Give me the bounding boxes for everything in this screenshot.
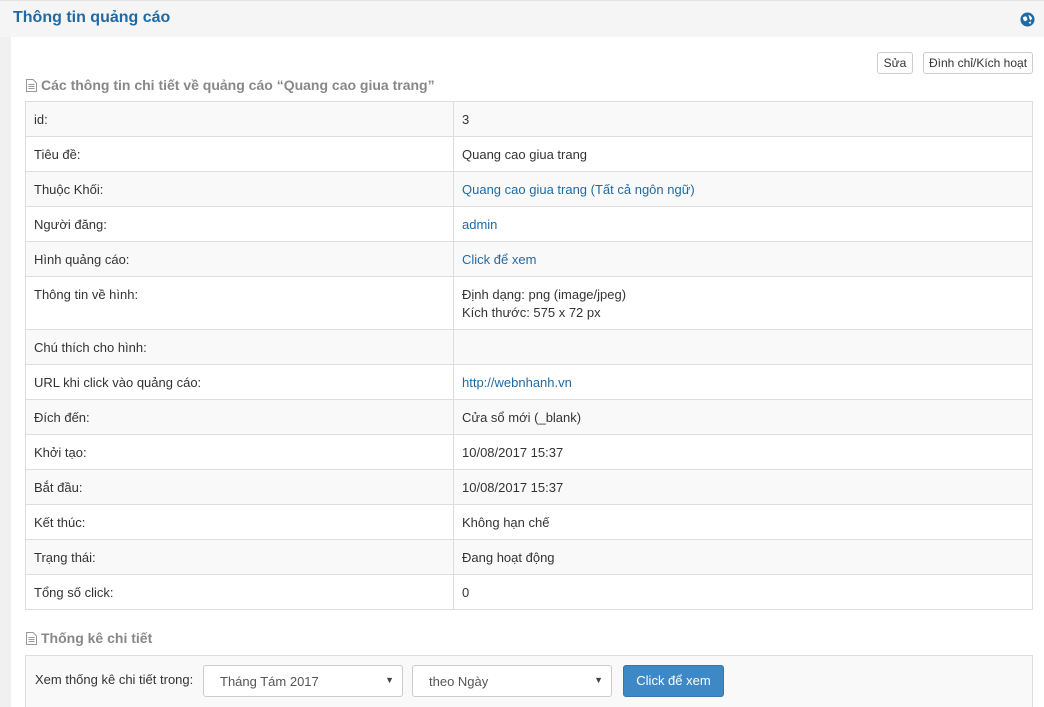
row-label: Tiêu đề:	[25, 136, 454, 172]
chevron-down-icon: ▼	[385, 675, 394, 685]
row-label: Hình quảng cáo:	[25, 241, 454, 277]
stats-filter-bar: Xem thống kê chi tiết trong: Tháng Tám 2…	[25, 655, 1033, 707]
row-value: 10/08/2017 15:37	[453, 434, 1033, 470]
table-row: Tổng số click: 0	[25, 574, 1033, 610]
author-link[interactable]: admin	[462, 217, 497, 232]
row-value: admin	[453, 206, 1033, 242]
view-stats-button[interactable]: Click để xem	[623, 665, 724, 697]
month-select[interactable]: Tháng Tám 2017 ▼	[203, 665, 403, 697]
table-row: Bắt đầu: 10/08/2017 15:37	[25, 469, 1033, 505]
table-row: Hình quảng cáo: Click để xem	[25, 241, 1033, 277]
stats-section-title: Thống kê chi tiết	[26, 630, 152, 646]
month-select-value: Tháng Tám 2017	[220, 674, 319, 689]
row-value: Quang cao giua trang (Tất cả ngôn ngữ)	[453, 171, 1033, 207]
edit-button[interactable]: Sửa	[877, 52, 913, 74]
row-value: Quang cao giua trang	[453, 136, 1033, 172]
image-format: Định dạng: png (image/jpeg)	[462, 287, 627, 302]
left-sidebar-strip	[0, 0, 11, 707]
row-value	[453, 329, 1033, 365]
row-label: Trạng thái:	[25, 539, 454, 575]
stats-section-label: Thống kê chi tiết	[41, 630, 153, 646]
row-value: Click để xem	[453, 241, 1033, 277]
globe-icon[interactable]	[1020, 12, 1035, 27]
document-icon	[26, 79, 37, 92]
row-label: URL khi click vào quảng cáo:	[25, 364, 454, 400]
row-value: http://webnhanh.vn	[453, 364, 1033, 400]
stats-filter-label: Xem thống kê chi tiết trong:	[35, 672, 194, 687]
row-label: Thuộc Khối:	[25, 171, 454, 207]
table-row: Người đăng: admin	[25, 206, 1033, 242]
details-section-label: Các thông tin chi tiết về quảng cáo “Qua…	[41, 77, 435, 93]
row-value: Cửa sổ mới (_blank)	[453, 399, 1033, 435]
details-section-title: Các thông tin chi tiết về quảng cáo “Qua…	[26, 77, 435, 93]
row-label: Bắt đầu:	[25, 469, 454, 505]
row-label: Khởi tạo:	[25, 434, 454, 470]
page-title: Thông tin quảng cáo	[13, 9, 171, 26]
table-row: Khởi tạo: 10/08/2017 15:37	[25, 434, 1033, 470]
row-label: Tổng số click:	[25, 574, 454, 610]
row-value: Không hạn chế	[453, 504, 1033, 540]
table-row: URL khi click vào quảng cáo: http://webn…	[25, 364, 1033, 400]
group-by-select-value: theo Ngày	[429, 674, 489, 689]
target-url-link[interactable]: http://webnhanh.vn	[462, 375, 572, 390]
table-row: Đích đến: Cửa sổ mới (_blank)	[25, 399, 1033, 435]
suspend-activate-button[interactable]: Đình chỉ/Kích hoạt	[923, 52, 1033, 74]
row-value: 3	[453, 101, 1033, 137]
row-value: Định dạng: png (image/jpeg) Kích thước: …	[453, 276, 1033, 330]
table-row: Tiêu đề: Quang cao giua trang	[25, 136, 1033, 172]
table-row: id: 3	[25, 101, 1033, 137]
row-label: Chú thích cho hình:	[25, 329, 454, 365]
table-row: Chú thích cho hình:	[25, 329, 1033, 365]
panel-header: Thông tin quảng cáo	[0, 0, 1044, 37]
row-value: 10/08/2017 15:37	[453, 469, 1033, 505]
document-icon	[26, 632, 37, 645]
view-image-link[interactable]: Click để xem	[462, 252, 536, 267]
block-link[interactable]: Quang cao giua trang (Tất cả ngôn ngữ)	[462, 182, 695, 197]
group-by-select[interactable]: theo Ngày ▼	[412, 665, 612, 697]
chevron-down-icon: ▼	[594, 675, 603, 685]
table-row: Thông tin về hình: Định dạng: png (image…	[25, 276, 1033, 330]
table-row: Thuộc Khối: Quang cao giua trang (Tất cả…	[25, 171, 1033, 207]
row-value: 0	[453, 574, 1033, 610]
row-label: Đích đến:	[25, 399, 454, 435]
row-label: Thông tin về hình:	[25, 276, 454, 330]
row-value: Đang hoạt động	[453, 539, 1033, 575]
row-label: Người đăng:	[25, 206, 454, 242]
row-label: id:	[25, 101, 454, 137]
row-label: Kết thúc:	[25, 504, 454, 540]
table-row: Trạng thái: Đang hoạt động	[25, 539, 1033, 575]
details-table: id: 3 Tiêu đề: Quang cao giua trang Thuộ…	[25, 101, 1033, 610]
table-row: Kết thúc: Không hạn chế	[25, 504, 1033, 540]
image-size: Kích thước: 575 x 72 px	[462, 305, 601, 320]
